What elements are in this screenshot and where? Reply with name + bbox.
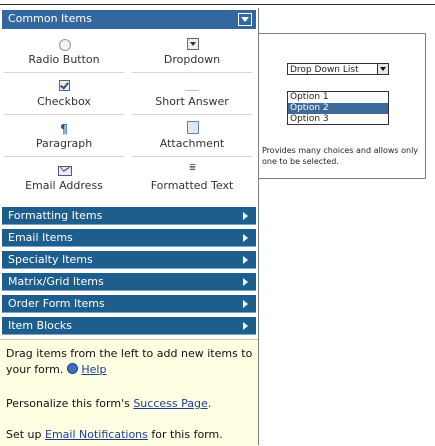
preview-description: Provides many choices and allows only on… [262,146,419,166]
section-header-label: Item Blocks [8,319,73,332]
chevron-down-icon[interactable] [377,64,388,74]
item-label: Email Address [25,179,103,192]
preview-option-selected[interactable]: Option 2 [288,103,388,114]
section-header-common-items[interactable]: Common Items [2,10,256,29]
checkbox-icon [59,80,70,91]
email-notifications-text: Set up Email Notifications for this form… [6,428,223,441]
section-header-label: Common Items [8,12,92,25]
item-label: Paragraph [35,137,93,150]
item-palette: Common Items Radio Button Dropdown Check… [0,8,259,446]
section-header-item-blocks[interactable]: Item Blocks [2,317,256,335]
success-page-text: Personalize this form's Success Page. [6,397,212,410]
email-icon [58,166,72,176]
formatted-text-icon: ≣ [188,163,197,173]
section-header-formatting-items[interactable]: Formatting Items [2,207,256,225]
paragraph-icon: ¶ [60,122,68,136]
item-label: Short Answer [155,95,229,108]
item-short-answer[interactable]: Short Answer [132,74,252,115]
item-radio-button[interactable]: Radio Button [4,32,124,73]
help-icon[interactable] [66,363,78,374]
preview-option[interactable]: Option 1 [288,92,388,103]
item-paragraph[interactable]: ¶ Paragraph [4,116,124,157]
section-header-specialty-items[interactable]: Specialty Items [2,251,256,269]
preview-option[interactable]: Option 3 [288,114,388,125]
help-link[interactable]: Help [81,363,106,376]
item-attachment[interactable]: Attachment [132,116,252,157]
drag-instructions: Drag items from the left to add new item… [6,347,253,376]
chevron-right-icon [243,322,248,330]
item-label: Dropdown [163,53,221,66]
top-divider [0,0,435,5]
item-label: Formatted Text [150,179,234,192]
dropdown-icon [187,38,199,50]
section-header-email-items[interactable]: Email Items [2,229,256,247]
section-header-matrix-grid-items[interactable]: Matrix/Grid Items [2,273,256,291]
item-email-address[interactable]: Email Address [4,158,124,198]
success-page-link[interactable]: Success Page [133,397,207,410]
section-header-label: Specialty Items [8,253,93,266]
chevron-right-icon [243,256,248,264]
preview-select-value: Drop Down List [290,65,359,75]
preview-options-list: Option 1 Option 2 Option 3 [287,91,389,125]
item-formatted-text[interactable]: ≣ Formatted Text [132,158,252,198]
item-label: Checkbox [37,95,91,108]
radio-icon [59,39,71,51]
chevron-right-icon [243,234,248,242]
email-notifications-link[interactable]: Email Notifications [45,428,148,441]
chevron-right-icon [243,300,248,308]
chevron-right-icon [243,278,248,286]
chevron-right-icon [243,212,248,220]
section-header-label: Email Items [8,231,73,244]
item-checkbox[interactable]: Checkbox [4,74,124,115]
item-preview-panel: Drop Down List Option 1 Option 2 Option … [258,33,426,179]
section-header-label: Order Form Items [8,297,105,310]
chevron-down-icon[interactable] [238,13,252,26]
help-panel: Drag items from the left to add new item… [0,339,258,446]
section-header-label: Matrix/Grid Items [8,275,104,288]
section-header-label: Formatting Items [8,209,103,222]
item-label: Attachment [159,137,225,150]
preview-dropdown-select[interactable]: Drop Down List [287,63,389,75]
attachment-icon [187,121,199,134]
item-dropdown[interactable]: Dropdown [132,32,252,73]
short-answer-icon [185,84,199,91]
item-label: Radio Button [28,53,100,66]
common-items-grid: Radio Button Dropdown Checkbox Short Ans… [2,32,256,204]
section-header-order-form-items[interactable]: Order Form Items [2,295,256,313]
